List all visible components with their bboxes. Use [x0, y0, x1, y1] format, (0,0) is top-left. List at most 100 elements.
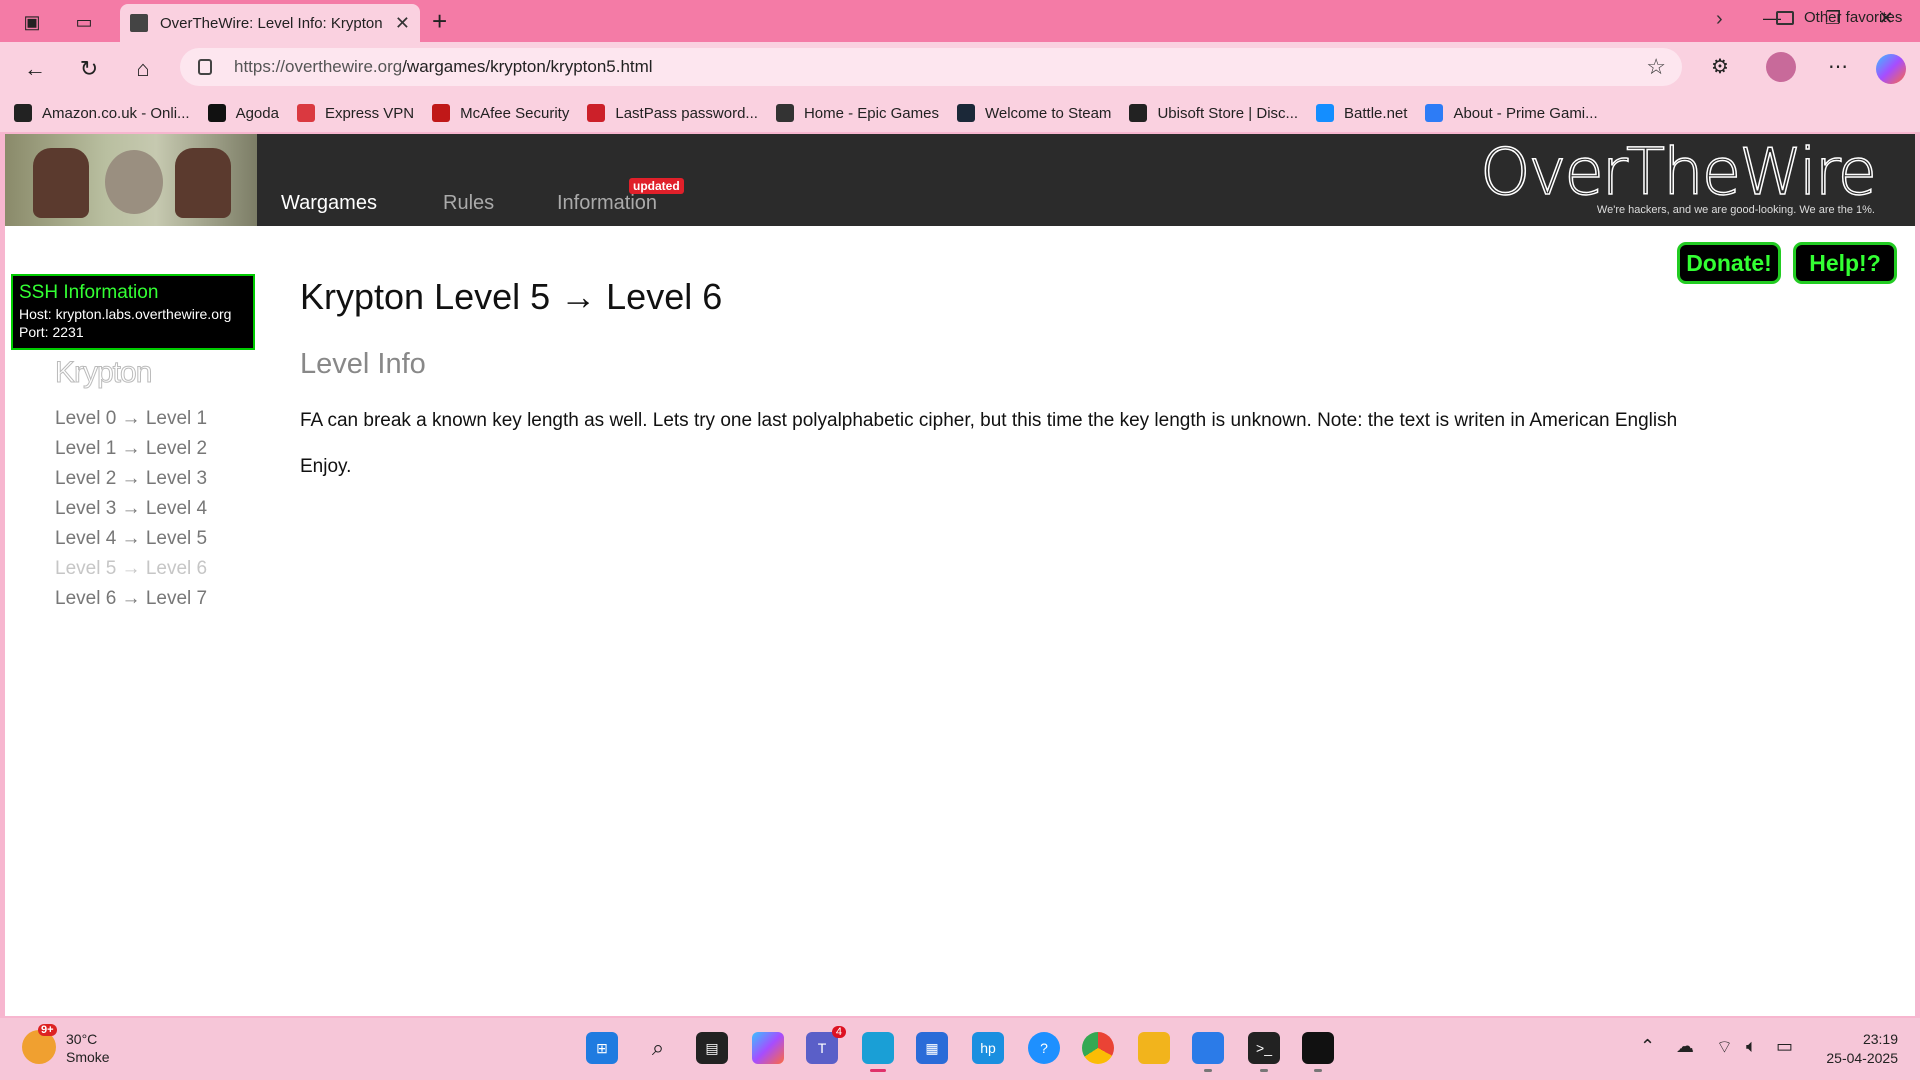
weather-icon: 9+ [22, 1024, 57, 1064]
level-link[interactable]: Level 4 → Level 5 [55, 524, 207, 554]
bookmark-item[interactable]: Welcome to Steam [956, 104, 1112, 122]
address-bar: ← ↻ ⌂ https://overthewire.org/wargames/k… [0, 42, 1920, 94]
bookmark-label: Welcome to Steam [984, 104, 1112, 122]
back-icon[interactable]: ← [20, 54, 50, 84]
search-icon[interactable]: ⌕ [642, 1032, 674, 1064]
site-logo[interactable]: OverTheWire We're hackers, and we are go… [1479, 136, 1877, 216]
url-path: /wargames/krypton/krypton5.html [402, 57, 653, 76]
teams-icon[interactable]: T4 [806, 1026, 846, 1064]
weather-desc: Smoke [66, 1049, 110, 1065]
bookmark-label: McAfee Security [460, 104, 570, 122]
bookmark-item[interactable]: Express VPN [296, 104, 414, 122]
onedrive-icon[interactable]: ☁ [1676, 1036, 1694, 1057]
level-link[interactable]: Level 5 → Level 6 [55, 554, 207, 584]
lock-icon[interactable] [198, 59, 212, 75]
weather-widget[interactable]: 9+ 30°C Smoke [22, 1024, 110, 1066]
weather-temp: 30°C [66, 1031, 98, 1047]
domo-figure [175, 148, 231, 218]
chevron-right-icon[interactable]: › [1716, 8, 1723, 31]
console-icon[interactable] [1302, 1032, 1334, 1072]
header-image [5, 134, 257, 226]
bookmarks-bar: Amazon.co.uk - Onli... Agoda Express VPN Mc… [0, 94, 1920, 132]
nav-information[interactable]: Information [557, 192, 657, 215]
nav-rules[interactable]: Rules [443, 192, 494, 215]
copilot-app-icon[interactable] [752, 1032, 784, 1064]
epic-icon [775, 104, 794, 122]
vertical-tabs-icon[interactable]: ▭ [70, 8, 98, 36]
level-link[interactable]: Level 3 → Level 4 [55, 494, 207, 524]
site-favicon-icon [130, 14, 148, 32]
bookmark-item[interactable]: McAfee Security [432, 104, 569, 122]
bookmark-item[interactable]: LastPass password... [587, 104, 758, 122]
help-app-icon[interactable]: ? [1028, 1032, 1060, 1064]
bookmark-label: About - Prime Gami... [1453, 104, 1598, 122]
clock-time: 23:19 [1862, 1031, 1898, 1047]
chrome-icon[interactable] [1082, 1032, 1114, 1064]
sidebar-title: Krypton [54, 356, 152, 390]
level-description: FA can break a known key length as well.… [300, 410, 1678, 431]
level-link[interactable]: Level 6 → Level 7 [55, 584, 207, 614]
prime-gaming-icon [1425, 104, 1444, 122]
copilot-icon[interactable] [1876, 54, 1908, 84]
favorite-star-icon[interactable]: ☆ [1646, 54, 1666, 80]
notepad-icon[interactable] [1192, 1032, 1224, 1072]
edge-icon[interactable] [862, 1032, 894, 1072]
bookmark-item[interactable]: Ubisoft Store | Disc... [1129, 104, 1298, 122]
store-icon[interactable]: ▦ [916, 1032, 948, 1064]
donate-button[interactable]: Donate! [1677, 242, 1781, 284]
level-link[interactable]: Level 0 → Level 1 [55, 404, 207, 434]
amazon-icon [14, 104, 32, 122]
other-favorites[interactable]: Other favorites [1776, 9, 1902, 26]
refresh-icon[interactable]: ↻ [74, 54, 104, 84]
bookmark-item[interactable]: Battle.net [1316, 104, 1407, 122]
chevron-up-icon[interactable]: ⌃ [1640, 1036, 1655, 1057]
bookmark-label: Home - Epic Games [803, 104, 939, 122]
terminal-icon[interactable]: >_ [1248, 1032, 1280, 1072]
site-header: Wargames Rules Information updated OverT… [5, 134, 1915, 226]
active-tab[interactable]: OverTheWire: Level Info: Krypton ✕ [120, 4, 420, 42]
clock-date: 25-04-2025 [1826, 1050, 1898, 1066]
other-favorites-label: Other favorites [1804, 9, 1903, 26]
teams-badge: 4 [831, 1026, 846, 1038]
level-link[interactable]: Level 1 → Level 2 [55, 434, 207, 464]
hp-icon [207, 104, 226, 122]
taskbar: 9+ 30°C Smoke ⊞ ⌕ ▤ T4 ▦ hp ? >_ ⌃ ☁ ⌔ 🔈… [0, 1018, 1920, 1080]
bookmark-label: Ubisoft Store | Disc... [1157, 104, 1299, 122]
workspaces-icon[interactable]: ▣ [18, 8, 46, 36]
level-list: Level 0 → Level 1 Level 1 → Level 2 Level … [55, 404, 207, 614]
level-link[interactable]: Level 2 → Level 3 [55, 464, 207, 494]
battery-icon[interactable]: ▭ [1776, 1036, 1793, 1057]
start-icon[interactable]: ⊞ [586, 1032, 618, 1064]
extensions-icon[interactable]: ⚙ [1704, 54, 1736, 79]
bookmark-item[interactable]: Agoda [207, 104, 279, 122]
help-button[interactable]: Help!? [1793, 242, 1897, 284]
tab-bar: ▣ ▭ OverTheWire: Level Info: Krypton ✕ +… [0, 0, 1920, 42]
home-icon[interactable]: ⌂ [128, 54, 158, 84]
more-options-icon[interactable]: ⋯ [1822, 54, 1854, 79]
nav-wargames[interactable]: Wargames [281, 192, 377, 215]
folder-icon [1776, 10, 1794, 25]
task-view-icon[interactable]: ▤ [696, 1032, 728, 1064]
myhp-icon[interactable]: hp [972, 1032, 1004, 1064]
new-tab-icon[interactable]: + [432, 6, 447, 37]
bookmark-item[interactable]: Amazon.co.uk - Onli... [14, 104, 190, 122]
battlenet-icon [1316, 104, 1335, 122]
close-icon[interactable]: ✕ [395, 13, 410, 34]
profile-avatar[interactable] [1766, 52, 1798, 82]
logo-text: OverTheWire [1479, 136, 1877, 210]
ssh-info-box: SSH Information Host: krypton.labs.overt… [11, 274, 255, 350]
weather-badge: 9+ [38, 1024, 57, 1036]
bookmark-label: Agoda [235, 104, 279, 122]
wifi-icon[interactable]: ⌔ [1716, 1036, 1733, 1059]
bookmark-label: LastPass password... [615, 104, 758, 122]
volume-icon[interactable]: 🔈︎ [1746, 1036, 1757, 1057]
url-input[interactable]: https://overthewire.org/wargames/krypton… [180, 48, 1682, 86]
bookmark-label: Battle.net [1344, 104, 1408, 122]
ubisoft-icon [1129, 104, 1148, 122]
lastpass-icon [587, 104, 606, 122]
bookmark-item[interactable]: Home - Epic Games [775, 104, 939, 122]
bookmark-item[interactable]: About - Prime Gami... [1425, 104, 1598, 122]
file-explorer-icon[interactable] [1138, 1032, 1170, 1064]
ssh-host: Host: krypton.labs.overthewire.org [19, 306, 232, 322]
clock[interactable]: 23:19 25-04-2025 [1826, 1030, 1898, 1068]
